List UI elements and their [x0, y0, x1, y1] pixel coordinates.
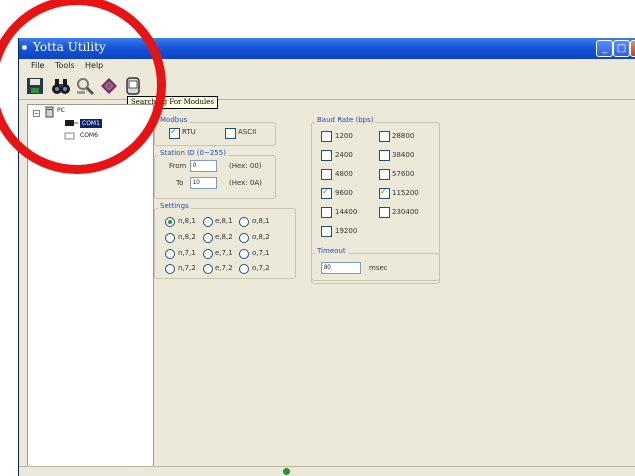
radio-label: n,7,2	[178, 264, 196, 272]
radio-label: e,7,1	[215, 249, 233, 257]
baud-label: 28800	[392, 132, 415, 140]
baud-28800-checkbox[interactable]	[379, 131, 390, 142]
radio-label: e,8,1	[215, 217, 233, 225]
search-modules-button[interactable]	[51, 76, 71, 96]
rtu-label: RTU	[182, 128, 196, 136]
menu-file[interactable]: File	[31, 61, 44, 70]
from-hex: (Hex: 00)	[229, 162, 262, 170]
radio-e71[interactable]	[203, 249, 213, 259]
radio-label: o,7,2	[252, 264, 270, 272]
tree-item-com1[interactable]: COM1	[80, 119, 102, 128]
timeout-input[interactable]	[321, 262, 361, 274]
status-indicator-icon	[283, 468, 290, 475]
to-hex: (Hex: 0A)	[229, 179, 262, 187]
maximize-icon: □	[616, 43, 627, 54]
radio-label: e,8,2	[215, 233, 233, 241]
menu-help[interactable]: Help	[85, 61, 103, 70]
app-icon	[22, 45, 27, 50]
radio-n82[interactable]	[165, 233, 175, 243]
tree-root-label[interactable]: PC	[57, 107, 65, 114]
menu-tools[interactable]: Tools	[55, 61, 75, 70]
radio-o82[interactable]	[239, 233, 249, 243]
ascii-checkbox[interactable]	[225, 128, 236, 139]
book-icon	[101, 78, 117, 94]
device-button[interactable]	[123, 76, 143, 96]
app-window: Yotta Utility _ □ × File Tools Help Sear…	[18, 38, 635, 476]
baud-label: 1200	[335, 132, 353, 140]
baud-label: 115200	[392, 189, 419, 197]
baud-label: 57600	[392, 170, 415, 178]
baud-label: 38400	[392, 151, 415, 159]
pc-icon	[45, 106, 54, 118]
to-label: To	[176, 179, 184, 187]
radio-o71[interactable]	[239, 249, 249, 259]
baud-230400-checkbox[interactable]	[379, 207, 390, 218]
from-label: From	[169, 162, 187, 170]
radio-label: o,8,1	[252, 217, 270, 225]
baud-9600-checkbox[interactable]	[321, 187, 332, 199]
radio-label: n,8,1	[178, 217, 196, 225]
close-button[interactable]: ×	[630, 40, 635, 57]
modbus-title: Modbus	[158, 116, 190, 124]
save-icon	[27, 78, 43, 94]
magnifier-icon	[77, 78, 95, 96]
radio-e72[interactable]	[203, 264, 213, 274]
radio-label: n,7,1	[178, 249, 196, 257]
minimize-icon: _	[602, 43, 607, 54]
baud-label: 4800	[335, 170, 353, 178]
radio-label: o,7,1	[252, 249, 270, 257]
baud-label: 14400	[335, 208, 358, 216]
station-id-title: Station ID (0~255)	[158, 149, 228, 157]
baud-14400-checkbox[interactable]	[321, 207, 332, 218]
radio-o81[interactable]	[239, 217, 249, 227]
maximize-button[interactable]: □	[613, 40, 630, 57]
port-icon	[64, 132, 75, 140]
radio-n81[interactable]	[165, 217, 175, 227]
device-icon	[126, 77, 140, 95]
timeout-unit: msec	[369, 264, 388, 272]
radio-e81[interactable]	[203, 217, 213, 227]
baud-4800-checkbox[interactable]	[321, 169, 332, 180]
timeout-title: Timeout	[315, 247, 348, 255]
from-input[interactable]	[190, 160, 217, 172]
radio-n72[interactable]	[165, 264, 175, 274]
toolbar	[19, 73, 635, 100]
radio-o72[interactable]	[239, 264, 249, 274]
collapse-toggle[interactable]: −	[33, 110, 40, 117]
baud-38400-checkbox[interactable]	[379, 150, 390, 161]
ascii-label: ASCII	[238, 128, 257, 136]
radio-e82[interactable]	[203, 233, 213, 243]
baud-1200-checkbox[interactable]	[321, 131, 332, 142]
status-bar	[19, 466, 635, 476]
port-icon	[65, 120, 78, 126]
scan-button[interactable]	[75, 76, 95, 96]
minimize-button[interactable]: _	[596, 40, 613, 57]
manual-button[interactable]	[99, 76, 119, 96]
save-button[interactable]	[25, 76, 45, 96]
baud-label: 2400	[335, 151, 353, 159]
baud-115200-checkbox[interactable]	[379, 187, 390, 199]
to-input[interactable]	[190, 177, 217, 189]
close-icon: ×	[631, 41, 635, 56]
baud-57600-checkbox[interactable]	[379, 169, 390, 180]
baud-label: 19200	[335, 227, 358, 235]
device-tree: − PC COM1 COM6	[27, 104, 154, 476]
radio-label: e,7,2	[215, 264, 233, 272]
radio-label: n,8,2	[178, 233, 196, 241]
baud-rate-title: Baud Rate (bps)	[315, 116, 376, 124]
baud-19200-checkbox[interactable]	[321, 226, 332, 237]
baud-label: 9600	[335, 189, 353, 197]
menu-bar: File Tools Help	[19, 59, 635, 73]
radio-label: o,8,2	[252, 233, 270, 241]
settings-title: Settings	[158, 202, 191, 210]
baud-label: 230400	[392, 208, 419, 216]
title-bar[interactable]: Yotta Utility _ □ ×	[19, 38, 635, 59]
binoculars-icon	[52, 79, 70, 94]
tree-item-com6[interactable]: COM6	[80, 132, 98, 139]
baud-2400-checkbox[interactable]	[321, 150, 332, 161]
radio-n71[interactable]	[165, 249, 175, 259]
window-title: Yotta Utility	[33, 40, 106, 54]
rtu-checkbox[interactable]	[169, 127, 180, 139]
